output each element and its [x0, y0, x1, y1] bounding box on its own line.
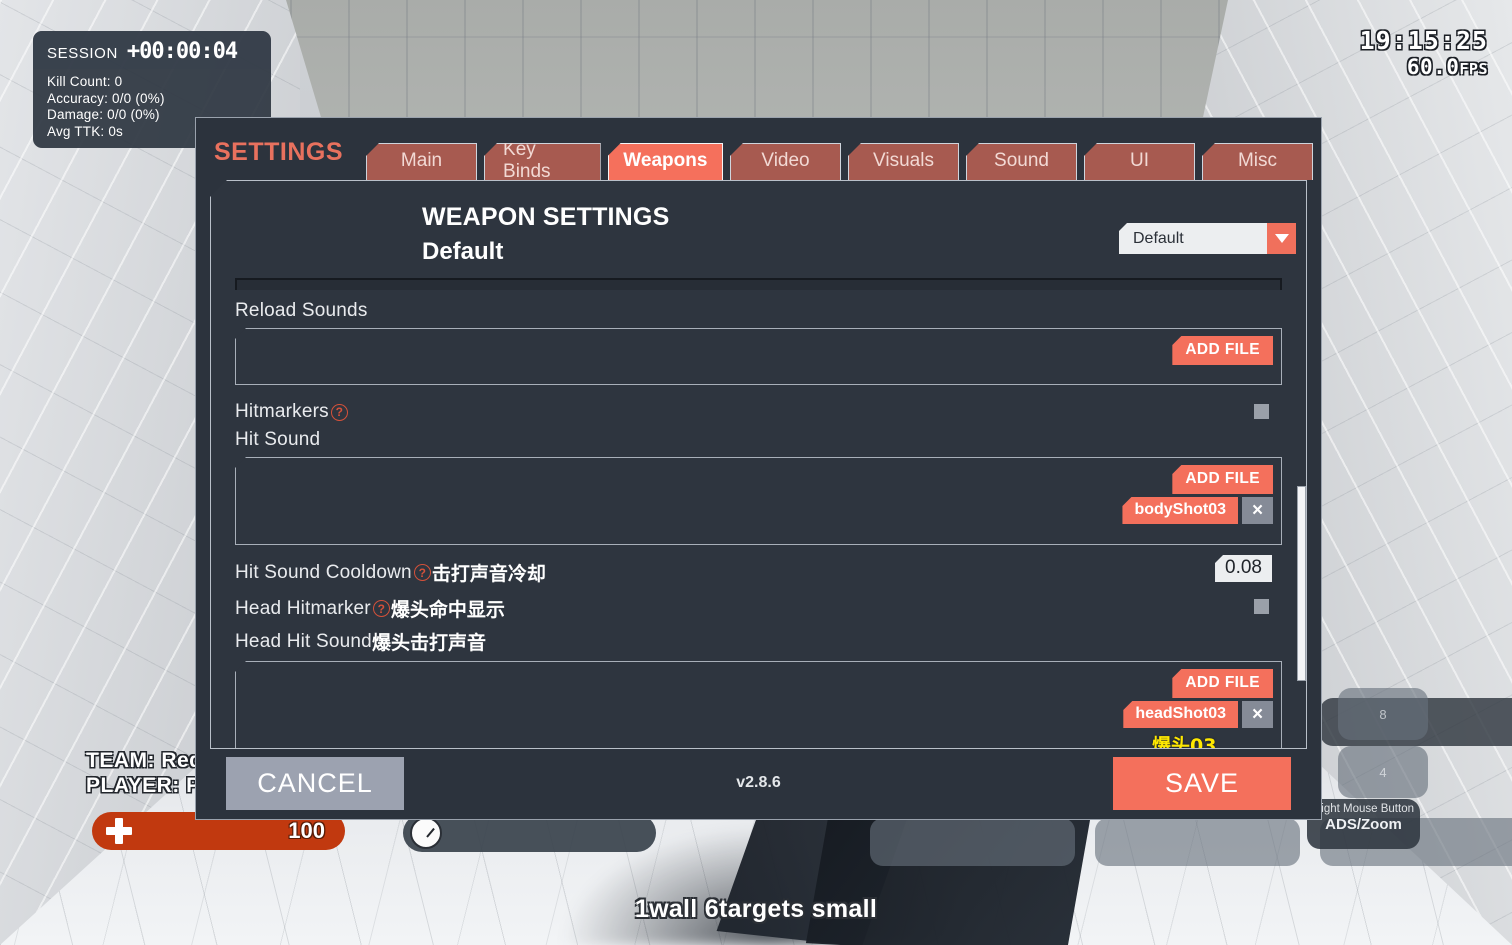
session-time: +00:00:04: [126, 39, 238, 64]
head-hit-sound-label: Head Hit Sound: [235, 630, 372, 652]
tab-misc[interactable]: Misc: [1202, 143, 1313, 180]
reload-sounds-add-file-button[interactable]: ADD FILE: [1172, 336, 1273, 365]
head-hit-sound-file-chip[interactable]: headShot03: [1123, 701, 1238, 728]
wall-clock-time: 19:15:25: [1359, 26, 1488, 55]
hit-sound-file-chip[interactable]: bodyShot03: [1122, 497, 1238, 524]
annotation-head-hitmarker: 爆头命中显示: [390, 599, 505, 621]
hit-sound-cooldown-value[interactable]: 0.08: [1215, 555, 1272, 582]
help-icon-hit-sound-cooldown[interactable]: ?: [413, 564, 431, 581]
gauge-icon: [410, 817, 442, 849]
reload-sounds-label: Reload Sounds: [235, 300, 368, 321]
section-divider: [235, 278, 1282, 290]
head-hit-sound-filebox[interactable]: ADD FILE headShot03 ×: [235, 661, 1282, 748]
weapon-settings-panel: WEAPON SETTINGS Default Default Reload S…: [211, 181, 1306, 748]
stat-accuracy: Accuracy: 0/0 (0%): [47, 90, 165, 106]
rmb-hint: Right Mouse Button ADS/Zoom: [1307, 799, 1420, 849]
settings-footer: CANCEL v2.8.6 SAVE: [196, 747, 1321, 819]
settings-window: SETTINGS Main Key Binds Weapons Video Vi…: [195, 117, 1322, 820]
hit-sound-add-file-button[interactable]: ADD FILE: [1172, 465, 1273, 494]
hit-sound-label: Hit Sound: [235, 429, 321, 450]
annotation-head-shot-chip: 爆头03: [1152, 735, 1217, 748]
hitmarkers-row: Hitmarkers ?: [235, 401, 1282, 423]
scenario-name: 1wall 6targets small: [634, 895, 878, 923]
help-icon-hitmarkers[interactable]: ?: [330, 403, 348, 421]
clock-fps-display: 19:15:25 60.0FPS: [1360, 26, 1488, 79]
hit-sound-filebox[interactable]: ADD FILE bodyShot03 ×: [235, 457, 1282, 545]
tab-visuals[interactable]: Visuals: [848, 143, 959, 180]
head-hitmarker-label: Head Hitmarker: [235, 597, 371, 619]
fps-unit: FPS: [1459, 60, 1488, 78]
keybind-key-8: 8: [1338, 688, 1428, 740]
tab-key-binds[interactable]: Key Binds: [484, 143, 601, 180]
cancel-button[interactable]: CANCEL: [226, 756, 404, 810]
settings-scrollbar[interactable]: [1297, 486, 1306, 681]
keybind-slot-6: [870, 818, 1075, 866]
settings-title: SETTINGS: [214, 138, 344, 166]
rmb-sub-label: Right Mouse Button: [1312, 803, 1414, 815]
health-cross-icon: [106, 818, 132, 844]
head-hit-sound-add-file-button[interactable]: ADD FILE: [1172, 669, 1273, 698]
reload-sounds-filebox[interactable]: ADD FILE: [235, 328, 1282, 385]
profile-dropdown[interactable]: Default: [1119, 223, 1296, 254]
fps-counter: 60.0FPS: [1360, 55, 1488, 79]
keybind-key-4: 4: [1338, 746, 1428, 798]
annotation-head-hit-sound: 爆头击打声音: [371, 632, 486, 654]
tab-weapons[interactable]: Weapons: [607, 143, 723, 180]
tab-video[interactable]: Video: [730, 143, 841, 180]
chevron-down-icon[interactable]: [1267, 223, 1296, 254]
hit-sound-cooldown-label: Hit Sound Cooldown: [235, 561, 412, 583]
player-label: PLAYER: P: [86, 774, 201, 797]
hitmarkers-checkbox[interactable]: [1254, 404, 1269, 419]
head-hit-sound-remove-icon[interactable]: ×: [1242, 701, 1273, 728]
settings-tabbar: SETTINGS Main Key Binds Weapons Video Vi…: [196, 118, 1321, 180]
hitmarkers-label: Hitmarkers: [235, 401, 329, 422]
rmb-action-label: ADS/Zoom: [1325, 816, 1402, 833]
profile-dropdown-value: Default: [1133, 229, 1184, 247]
head-hit-sound-label-row: Head Hit Sound 爆头击打声音: [235, 628, 1282, 655]
help-icon-head-hitmarker[interactable]: ?: [372, 600, 390, 617]
head-hitmarker-checkbox[interactable]: [1254, 599, 1269, 614]
settings-content-frame: WEAPON SETTINGS Default Default Reload S…: [210, 180, 1307, 749]
annotation-hit-sound-cooldown: 击打声音冷却: [431, 563, 546, 585]
head-hit-sound-chip-row: headShot03 ×: [1123, 701, 1273, 728]
hit-sound-remove-icon[interactable]: ×: [1242, 497, 1273, 524]
keybind-slot-7: [1095, 818, 1300, 866]
tab-main[interactable]: Main: [366, 143, 478, 180]
save-button[interactable]: SAVE: [1112, 756, 1291, 810]
version-label: v2.8.6: [736, 774, 781, 791]
health-value: 100: [288, 818, 325, 843]
team-player-info: TEAM: Red PLAYER: P: [86, 748, 203, 798]
tab-sound[interactable]: Sound: [966, 143, 1077, 180]
hit-sound-chip-row: bodyShot03 ×: [1122, 497, 1273, 524]
head-hitmarker-row: Head Hitmarker ? 爆头命中显示: [235, 595, 1282, 622]
team-label: TEAM: Red: [86, 749, 203, 772]
hit-sound-cooldown-row: Hit Sound Cooldown ? 击打声音冷却 0.08: [235, 555, 1282, 586]
session-label: SESSION: [47, 45, 118, 62]
stat-kill-count: Kill Count: 0: [47, 74, 123, 89]
session-timer-row: SESSION +00:00:04: [33, 31, 271, 69]
fps-value: 60.0: [1406, 55, 1460, 79]
screen: SESSION +00:00:04 Kill Count: 0 Accuracy…: [0, 0, 1512, 945]
tab-ui[interactable]: UI: [1084, 143, 1195, 180]
